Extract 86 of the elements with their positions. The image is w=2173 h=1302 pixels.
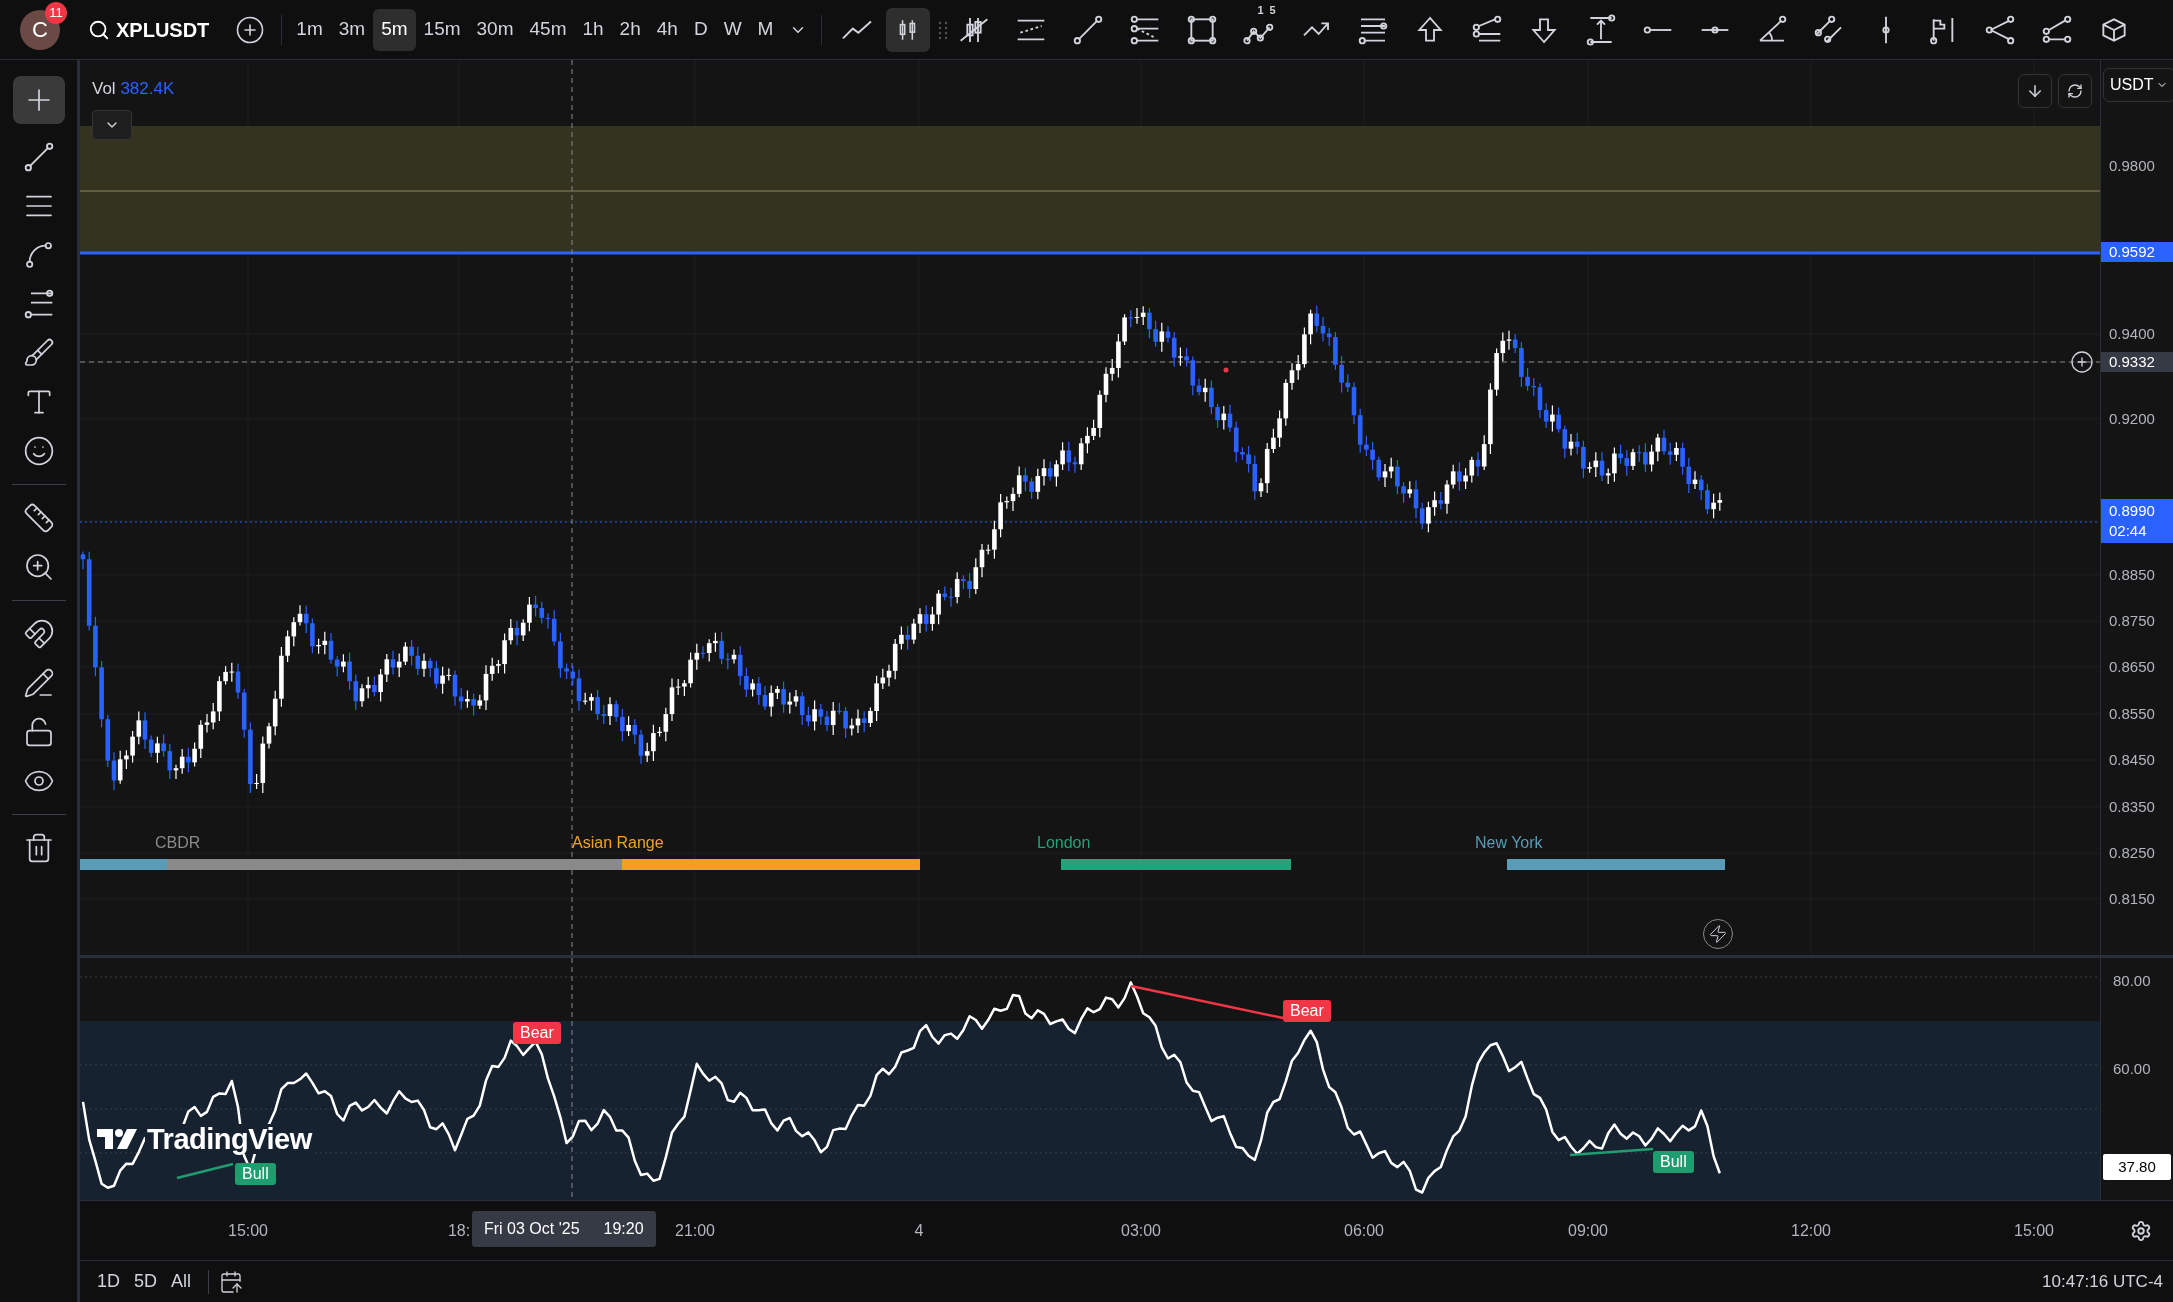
price-label: 0.9592 <box>2101 242 2173 262</box>
price-label: 0.8650 <box>2108 657 2156 677</box>
smiley-icon[interactable] <box>22 435 55 467</box>
rectangle-icon[interactable] <box>1186 13 1219 46</box>
down-arrow-icon <box>2026 82 2044 100</box>
drag-handle-icon[interactable] <box>938 19 949 40</box>
session-label: CBDR <box>155 833 201 853</box>
range-button[interactable]: 5D <box>127 1268 165 1295</box>
last-price: 0.8990 <box>2109 501 2156 521</box>
interval-tab[interactable]: 5m <box>373 8 416 51</box>
interval-tab[interactable]: D <box>685 8 716 51</box>
interval-tab[interactable]: 1h <box>574 8 612 51</box>
scroll-down-button[interactable] <box>2018 74 2052 108</box>
interval-tab[interactable]: 30m <box>468 8 522 51</box>
magnet-icon[interactable] <box>22 618 55 650</box>
interval-tab[interactable]: 15m <box>415 8 469 51</box>
price-label: 0.9200 <box>2108 409 2156 429</box>
time-label: 21:00 <box>675 1221 715 1241</box>
price-label: 0.8750 <box>2108 611 2156 631</box>
crosshair-price-label: 0.9332 <box>2101 352 2173 372</box>
price-label: 0.8150 <box>2108 889 2156 909</box>
interval-tab[interactable]: 45m <box>521 8 575 51</box>
interval-tab[interactable]: 3m <box>330 8 374 51</box>
range-icon[interactable] <box>1585 13 1618 46</box>
bull-signal-tag: Bull <box>235 1163 276 1185</box>
refresh-icon <box>2067 83 2083 99</box>
candles-button[interactable] <box>886 7 931 52</box>
session-label: Asian Range <box>572 833 664 853</box>
refresh-button[interactable] <box>2058 74 2092 108</box>
time-label: 06:00 <box>1344 1221 1384 1241</box>
branches-icon[interactable] <box>1984 13 2017 46</box>
wave-label: 1 <box>1257 2 1264 18</box>
fib-lines-icon[interactable] <box>22 288 55 320</box>
time-label: 4 <box>914 1221 924 1241</box>
bull-divergence-line <box>176 1162 234 1180</box>
session-label: London <box>1037 833 1091 853</box>
interval-tab[interactable]: 4h <box>648 8 686 51</box>
crosshair-date: Fri 03 Oct '25 <box>484 1219 580 1239</box>
add-alert-icon[interactable] <box>2070 350 2094 374</box>
calendar-icon[interactable] <box>219 1269 244 1294</box>
bear-signal-tag: Bear <box>513 1022 561 1044</box>
collapse-button[interactable] <box>92 110 132 140</box>
price-label: 0.9400 <box>2108 324 2156 344</box>
wave-label: 5 <box>1269 2 1276 18</box>
bear-signal-tag: Bear <box>1283 1000 1331 1022</box>
range-button[interactable]: 1D <box>90 1268 127 1295</box>
interval-tab[interactable]: 2h <box>611 8 649 51</box>
price-label: 0.8850 <box>2108 565 2156 585</box>
time-label: 18: <box>447 1221 471 1241</box>
price-label: 0.8450 <box>2108 750 2156 770</box>
pencil-icon[interactable] <box>22 667 55 699</box>
notification-badge: 11 <box>45 1 67 24</box>
crosshair-time: 19:20 <box>603 1219 644 1239</box>
rsi-value-label: 37.80 <box>2103 1154 2171 1180</box>
volume-label: Vol 382.4K <box>92 78 175 100</box>
time-label: 15:00 <box>2014 1221 2054 1241</box>
time-label: 03:00 <box>1121 1221 1161 1241</box>
rsi-level-label: 60.00 <box>2113 1059 2151 1079</box>
price-label: 0.9800 <box>2108 156 2156 176</box>
time-label: 15:00 <box>228 1221 268 1241</box>
logo-text: TradingView <box>145 1124 314 1154</box>
settings-icon[interactable] <box>2130 1220 2152 1242</box>
crosshair-tool-button[interactable] <box>12 76 65 124</box>
add-symbol-icon[interactable] <box>235 14 266 45</box>
interval-tab[interactable]: 1m <box>288 8 331 51</box>
brush-icon[interactable] <box>22 337 55 369</box>
ruler-icon[interactable] <box>22 502 55 534</box>
rsi-level-label: 80.00 <box>2113 971 2151 991</box>
interval-tab[interactable]: W <box>715 8 750 51</box>
symbol-search-button[interactable]: XPLUSDT <box>80 14 218 45</box>
marker-dot <box>1223 367 1229 373</box>
bar-countdown: 02:44 <box>2109 521 2148 541</box>
price-label: 0.8350 <box>2108 797 2156 817</box>
price-label: 0.8250 <box>2108 843 2156 863</box>
price-label: 0.8550 <box>2108 704 2156 724</box>
search-icon <box>88 18 110 41</box>
session-label: New York <box>1475 833 1543 853</box>
clock-text: 10:47:16 UTC-4 <box>2042 1270 2163 1293</box>
trend-line-icon[interactable] <box>22 141 55 173</box>
interval-tab[interactable]: M <box>749 8 782 51</box>
range-button[interactable]: All <box>164 1268 199 1295</box>
time-label: 09:00 <box>1568 1221 1608 1241</box>
bull-signal-tag: Bull <box>1653 1151 1694 1173</box>
trend-line-icon[interactable] <box>1072 13 1105 46</box>
time-label: 12:00 <box>1791 1221 1831 1241</box>
two-segments-icon[interactable] <box>2041 13 2074 46</box>
